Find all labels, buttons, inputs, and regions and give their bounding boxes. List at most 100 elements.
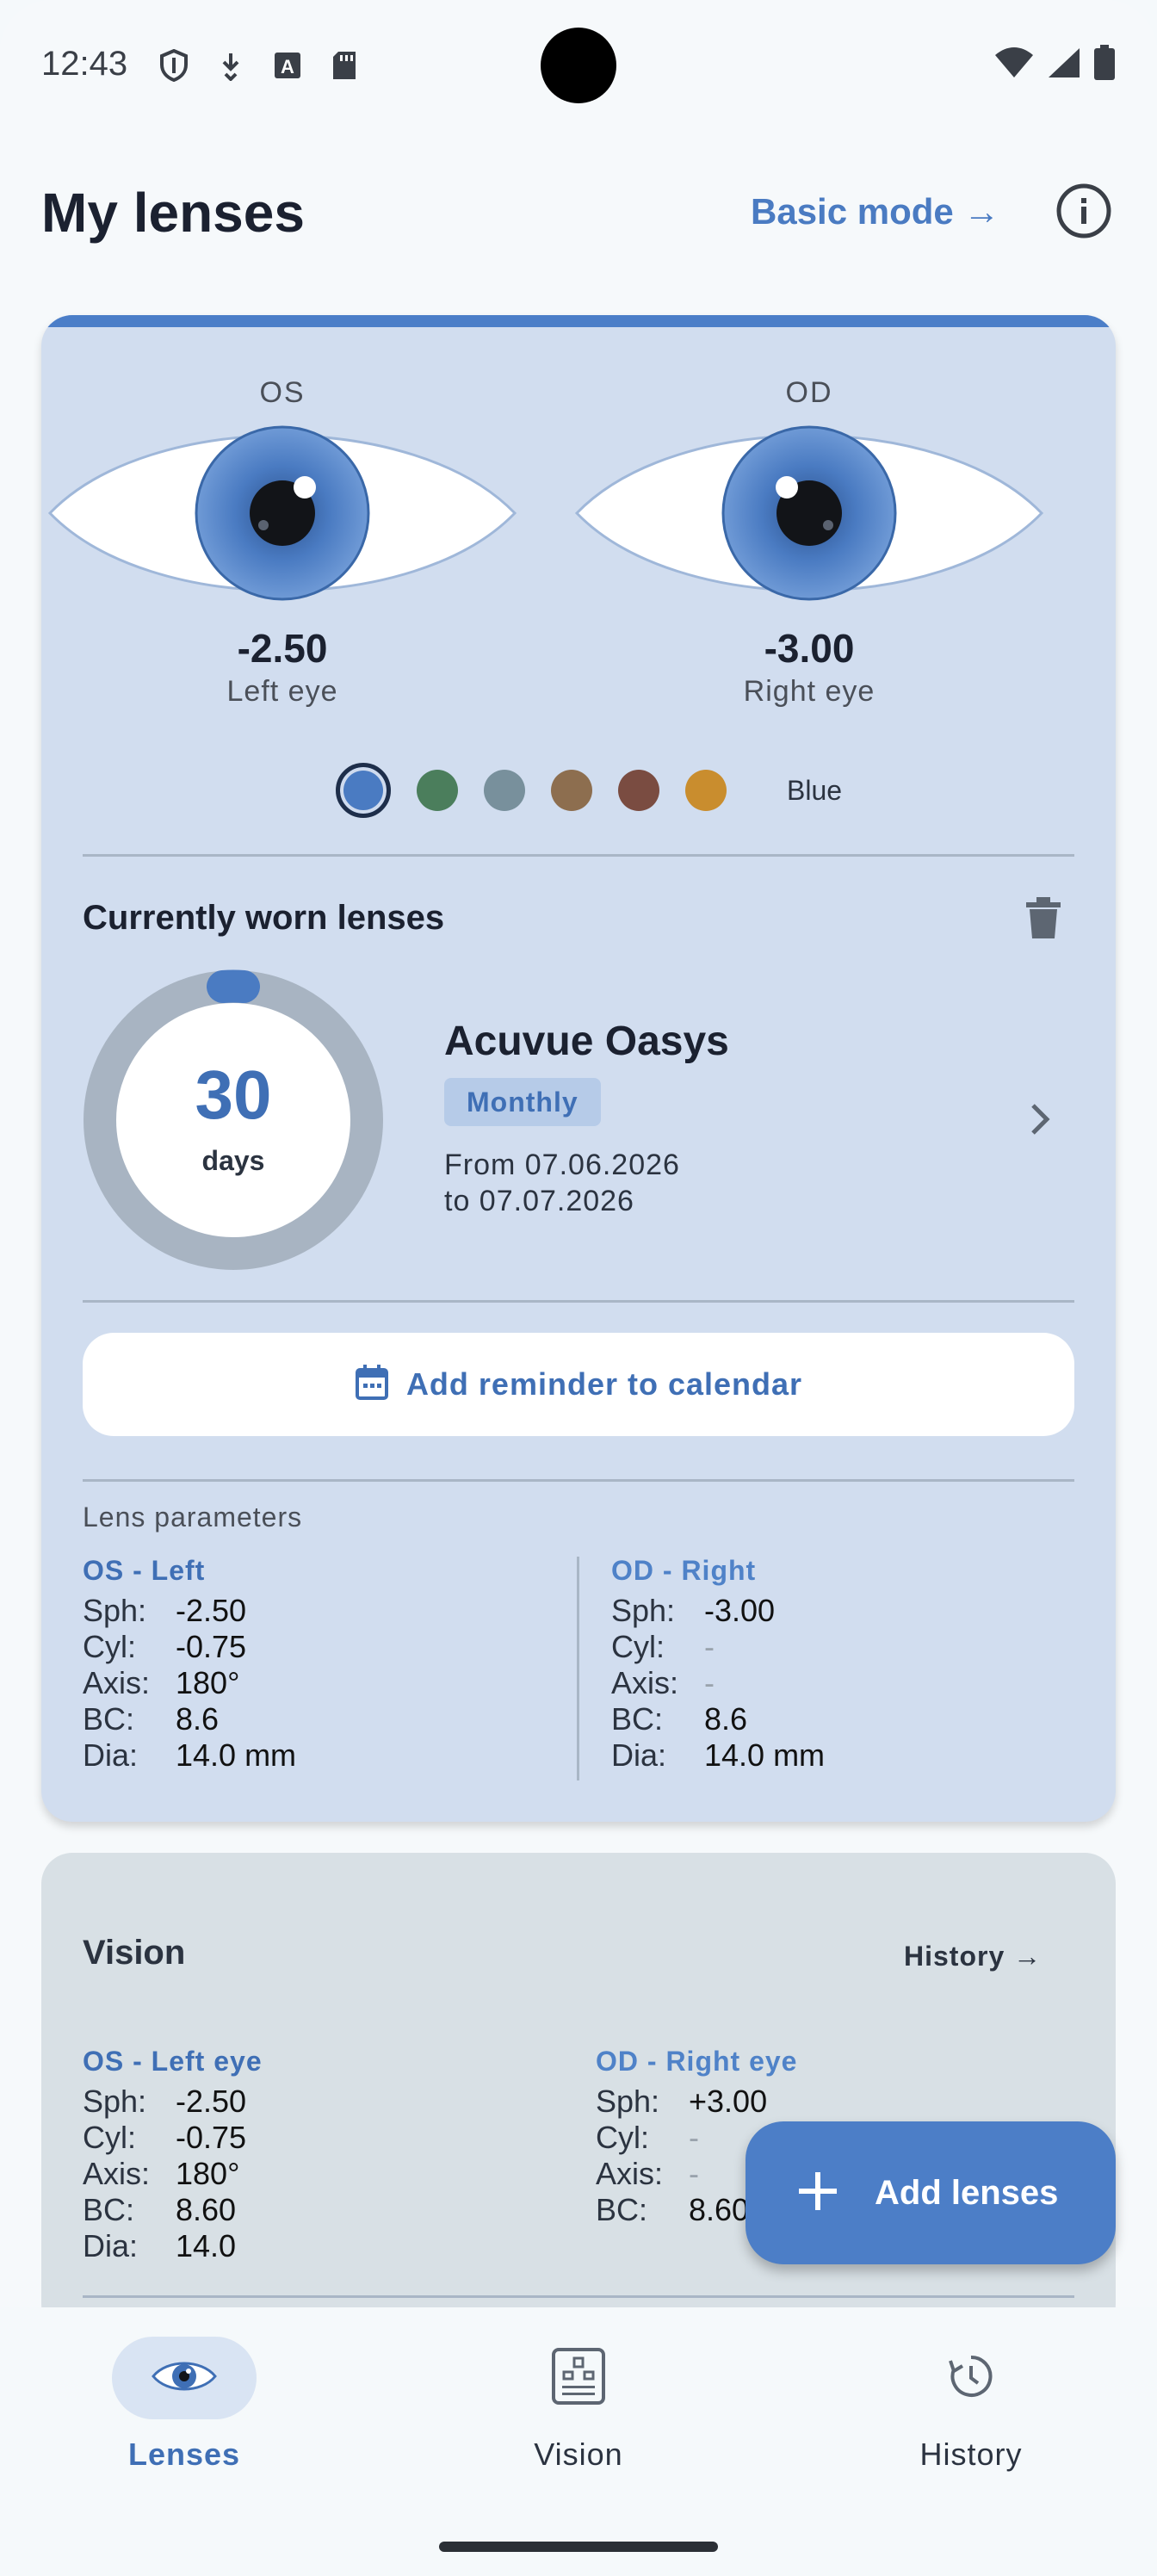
param-key: Dia: — [83, 1737, 139, 1773]
param-row: Sph: -3.00 — [611, 1593, 825, 1629]
color-swatch-gray[interactable] — [484, 770, 525, 811]
left-eye-code: OS — [259, 376, 306, 409]
status-time: 12:43 — [41, 45, 128, 83]
divider — [83, 854, 1074, 857]
color-swatch-brown[interactable] — [618, 770, 659, 811]
nav-item-lenses[interactable]: Lenses — [55, 2337, 313, 2473]
days-count: 30 — [195, 1056, 272, 1133]
nav-label-lenses: Lenses — [127, 2437, 241, 2472]
right-eye-panel[interactable]: OD -3.00 Right eye — [568, 367, 1050, 728]
param-value: +3.00 — [689, 2084, 768, 2119]
download-icon — [213, 48, 248, 83]
page-title: My lenses — [41, 182, 305, 244]
status-bar: 12:43 A — [0, 0, 1157, 129]
lens-params-right-heading: OD - Right — [611, 1555, 757, 1586]
param-row: Sph: -2.50 — [83, 1593, 296, 1629]
param-key: Sph: — [611, 1593, 676, 1628]
param-key: Cyl: — [83, 1629, 136, 1664]
param-key: BC: — [596, 2192, 648, 2227]
chevron-right-icon[interactable] — [1023, 1100, 1057, 1138]
nav-indicator — [506, 2337, 651, 2419]
divider — [83, 1479, 1074, 1482]
left-eye-power: -2.50 — [237, 626, 328, 671]
app-screen: 12:43 A My lenses Basic mode → OS -2.50 … — [0, 0, 1157, 2576]
param-key: Sph: — [83, 2084, 147, 2119]
add-reminder-button[interactable]: Add reminder to calendar — [83, 1333, 1074, 1436]
param-value: 8.60 — [176, 2192, 237, 2227]
app-header: My lenses Basic mode → — [0, 164, 1157, 258]
vision-history-link[interactable]: History → — [904, 1941, 1042, 1972]
color-swatch-blue[interactable] — [336, 763, 391, 818]
param-value: -2.50 — [176, 2084, 247, 2119]
param-row: BC: 8.6 — [83, 1701, 296, 1737]
right-eye-illustration — [574, 425, 1044, 601]
vision-rows: Sph: -2.50 Cyl: -0.75 Axis: 180° BC: 8.60 Dia: 14… — [83, 2084, 263, 2264]
bottom-navigation: Lenses Vision History — [0, 2307, 1157, 2576]
param-value: - — [689, 2156, 699, 2191]
info-icon[interactable] — [1055, 183, 1112, 239]
right-eye-name: Right eye — [743, 675, 875, 708]
right-eye-code: OD — [785, 376, 833, 409]
add-lenses-button[interactable]: Add lenses — [746, 2121, 1116, 2264]
shield-icon — [157, 48, 191, 83]
plus-icon — [797, 2170, 838, 2216]
param-value: 180° — [176, 2156, 240, 2191]
param-row: BC: 8.60 — [83, 2192, 263, 2228]
iris-color-picker: Blue — [336, 763, 842, 818]
eye-chart-icon — [550, 2346, 607, 2411]
param-row: Dia: 14.0 mm — [83, 1737, 296, 1774]
delete-icon[interactable] — [1024, 897, 1062, 940]
lens-date-to: to 07.07.2026 — [444, 1185, 634, 1217]
battery-icon — [1093, 45, 1116, 85]
param-row: Dia: 14.0 mm — [611, 1737, 825, 1774]
font-a-icon: A — [270, 48, 305, 83]
vision-left-heading: OS - Left eye — [83, 2046, 263, 2077]
param-rows: Sph: -3.00 Cyl: - Axis: - BC: 8.6 Dia: 14.0 mm — [611, 1593, 825, 1774]
param-key: Sph: — [596, 2084, 660, 2119]
param-key: Cyl: — [596, 2120, 649, 2155]
left-eye-panel[interactable]: OS -2.50 Left eye — [41, 367, 523, 728]
camera-cutout — [541, 28, 616, 103]
basic-mode-link[interactable]: Basic mode → — [751, 191, 999, 232]
color-swatch-amber[interactable] — [685, 770, 727, 811]
lens-params-left-heading: OS - Left — [83, 1555, 206, 1586]
param-value: 8.6 — [704, 1701, 748, 1737]
nav-item-history[interactable]: History — [842, 2337, 1100, 2473]
lens-type-badge: Monthly — [444, 1078, 601, 1126]
param-row: Cyl: -0.75 — [83, 2120, 263, 2156]
param-key: Sph: — [83, 1593, 147, 1628]
param-row: Cyl: -0.75 — [83, 1629, 296, 1665]
color-swatch-green[interactable] — [417, 770, 458, 811]
param-value: 14.0 — [176, 2228, 237, 2263]
param-key: BC: — [83, 2192, 135, 2227]
param-row: Axis: - — [611, 1665, 825, 1701]
param-value: 14.0 mm — [176, 1737, 297, 1773]
param-value: 8.6 — [176, 1701, 220, 1737]
add-reminder-label: Add reminder to calendar — [405, 1366, 803, 1402]
vision-title: Vision — [83, 1934, 186, 1972]
param-row: BC: 8.6 — [611, 1701, 825, 1737]
nav-item-vision[interactable]: Vision — [449, 2337, 708, 2473]
color-swatch-hazel[interactable] — [551, 770, 592, 811]
days-unit: days — [201, 1145, 265, 1176]
param-value: 180° — [176, 1665, 240, 1700]
lens-date-from: From 07.06.2026 — [444, 1149, 680, 1181]
status-left-icons: A — [157, 48, 362, 83]
lens-brand[interactable]: Acuvue Oasys — [444, 1018, 729, 1065]
nav-indicator — [112, 2337, 257, 2419]
param-key: Axis: — [83, 1665, 151, 1700]
lens-params-right: OD - Right Sph: -3.00 Cyl: - Axis: - BC: 8.6 Dia… — [611, 1555, 825, 1774]
sd-card-icon — [327, 48, 362, 83]
card-accent-bar — [41, 315, 1116, 327]
wifi-icon — [993, 46, 1035, 84]
vision-right-heading: OD - Right eye — [596, 2046, 798, 2077]
history-icon — [947, 2352, 995, 2405]
param-value: -0.75 — [176, 2120, 247, 2155]
current-lenses-title: Currently worn lenses — [83, 899, 445, 937]
left-eye-name: Left eye — [226, 675, 338, 708]
lenses-card: OS -2.50 Left eye OD -3.00 Right eye Blu… — [41, 315, 1116, 1822]
nav-indicator — [899, 2337, 1043, 2419]
nav-label-vision: Vision — [534, 2437, 623, 2472]
param-value: 8.60 — [689, 2192, 750, 2227]
param-key: Cyl: — [83, 2120, 136, 2155]
